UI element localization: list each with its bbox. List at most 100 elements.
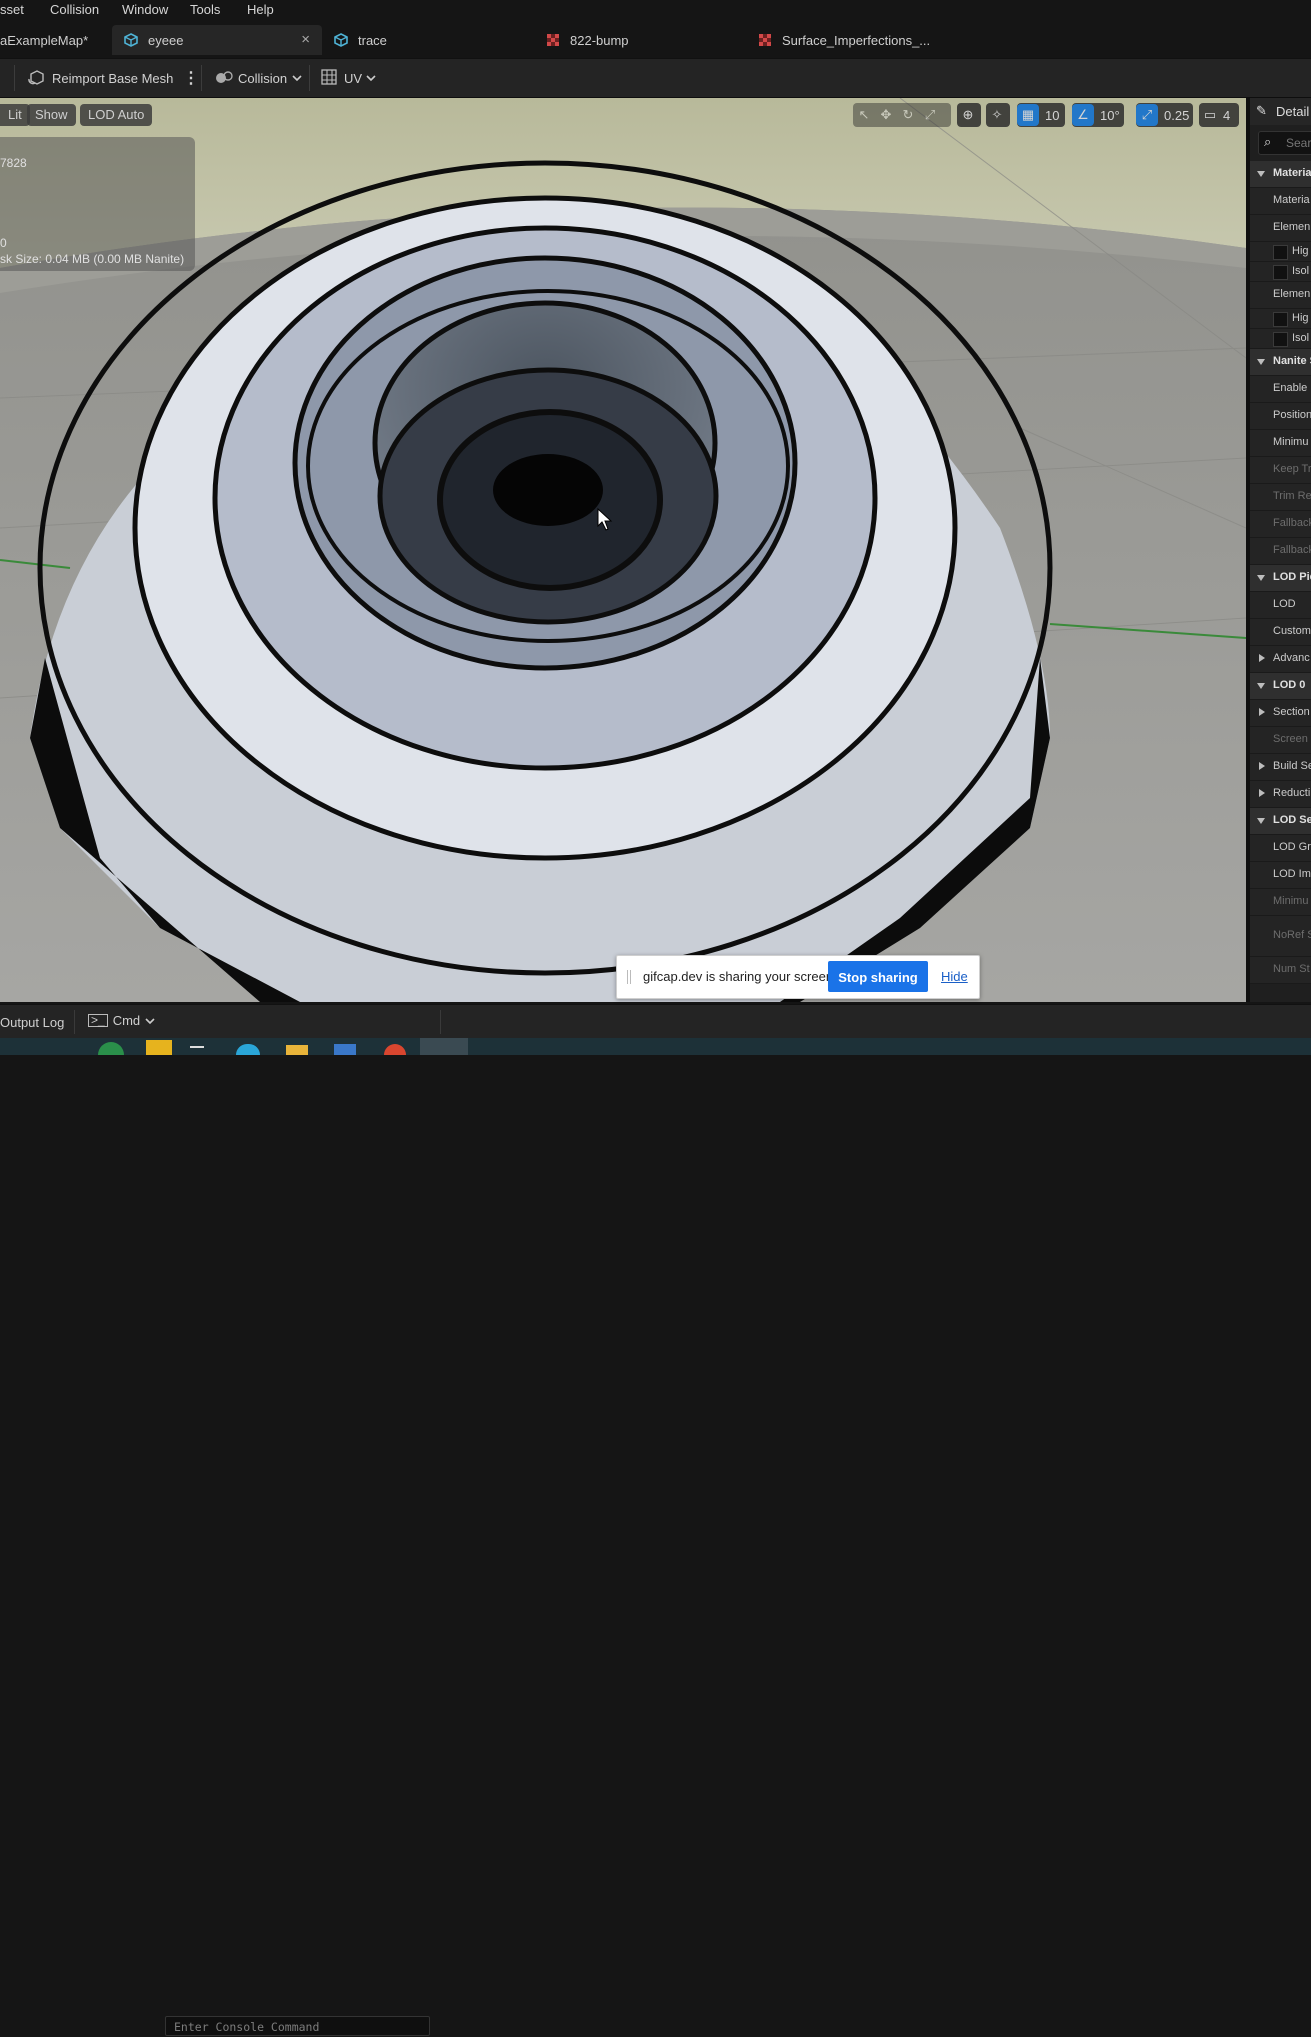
menu-collision[interactable]: Collision [50, 2, 99, 17]
expand-arrow-icon[interactable] [1257, 575, 1265, 581]
collision-dropdown[interactable]: Collision [214, 67, 303, 89]
details-row[interactable]: Isol [1250, 329, 1311, 349]
rotate-icon[interactable]: ↻ [897, 104, 919, 126]
details-row[interactable]: NoRef S [1250, 916, 1311, 957]
tab-822-bump[interactable]: 822-bump [546, 25, 736, 55]
details-row[interactable]: Elemen [1250, 282, 1311, 309]
details-category[interactable]: LOD 0 [1250, 673, 1311, 700]
weather-icon[interactable] [98, 1042, 124, 1055]
details-row-label: Nanite S [1273, 355, 1311, 367]
details-row-label: Isol [1292, 332, 1310, 344]
details-row-label: Advanc [1273, 652, 1310, 664]
details-row[interactable]: Materia [1250, 188, 1311, 215]
move-icon[interactable]: ✥ [875, 104, 897, 126]
checkbox[interactable] [1273, 332, 1288, 347]
console-command-input[interactable]: Enter Console Command [165, 2016, 430, 2036]
details-row[interactable]: Elemen [1250, 215, 1311, 242]
details-row[interactable]: Screen [1250, 727, 1311, 754]
explorer-icon[interactable] [286, 1045, 308, 1055]
details-row-label: Custom [1273, 625, 1311, 637]
scale-snap-control[interactable]: ⤢ 0.25 [1136, 103, 1193, 127]
collapse-arrow-icon[interactable] [1259, 762, 1265, 770]
rotation-snap-control[interactable]: ∠ 10° [1072, 103, 1124, 127]
details-category[interactable]: LOD Set [1250, 808, 1311, 835]
details-row[interactable]: Minimu [1250, 430, 1311, 457]
menu-asset[interactable]: sset [0, 2, 24, 17]
menu-window[interactable]: Window [122, 2, 168, 17]
scale-icon[interactable]: ⤢ [919, 104, 941, 126]
checkbox[interactable] [1273, 312, 1288, 327]
checkbox[interactable] [1273, 245, 1288, 260]
show-button[interactable]: Show [27, 104, 76, 126]
camera-speed-control[interactable]: ▭ 4 [1199, 103, 1239, 127]
expand-arrow-icon[interactable] [1257, 171, 1265, 177]
collapse-arrow-icon[interactable] [1259, 654, 1265, 662]
folder-icon[interactable] [146, 1040, 172, 1055]
texture-icon [547, 34, 559, 46]
share-message: gifcap.dev is sharing your screen. [643, 969, 837, 984]
details-row[interactable]: Hig [1250, 242, 1311, 262]
expand-arrow-icon[interactable] [1257, 683, 1265, 689]
details-row[interactable]: Custom [1250, 619, 1311, 646]
collapse-arrow-icon[interactable] [1259, 708, 1265, 716]
details-row[interactable]: Reducti [1250, 781, 1311, 808]
details-row-label: LOD Set [1273, 814, 1311, 826]
checkbox[interactable] [1273, 265, 1288, 280]
details-row[interactable]: LOD [1250, 592, 1311, 619]
store-icon[interactable] [334, 1044, 356, 1055]
chevron-down-icon [366, 75, 376, 82]
unreal-engine-icon[interactable] [420, 1038, 468, 1055]
details-row[interactable]: Hig [1250, 309, 1311, 329]
lit-mode-button[interactable]: Lit [0, 104, 30, 126]
select-icon[interactable]: ↖ [853, 104, 875, 126]
tab-surface-imperfections[interactable]: Surface_Imperfections_... [758, 25, 948, 55]
surface-snap-toggle[interactable]: ✧ [986, 103, 1010, 127]
details-row[interactable]: Advanc [1250, 646, 1311, 673]
details-row[interactable]: Position [1250, 403, 1311, 430]
details-category[interactable]: LOD Pic [1250, 565, 1311, 592]
reimport-base-mesh-button[interactable]: Reimport Base Mesh [28, 67, 173, 89]
panel-splitter[interactable] [1246, 98, 1250, 1002]
details-row[interactable]: Fallback [1250, 538, 1311, 565]
hide-link[interactable]: Hide [941, 969, 968, 984]
details-row[interactable]: LOD Im [1250, 862, 1311, 889]
cmd-dropdown[interactable]: >_ Cmd [88, 1013, 156, 1028]
toolbar-more-icon[interactable]: ⋮ [183, 67, 199, 89]
task-view-icon[interactable] [190, 1046, 204, 1057]
uv-dropdown[interactable]: UV [320, 67, 377, 89]
details-search-input[interactable]: ⌕ Sear [1258, 131, 1311, 155]
details-row[interactable]: Build Se [1250, 754, 1311, 781]
collapse-arrow-icon[interactable] [1259, 789, 1265, 797]
stop-sharing-button[interactable]: Stop sharing [828, 961, 928, 992]
details-row[interactable]: Trim Re [1250, 484, 1311, 511]
details-row[interactable]: Enable I [1250, 376, 1311, 403]
tab-eyeee[interactable]: eyeee × [112, 25, 322, 55]
details-row[interactable]: Keep Tr [1250, 457, 1311, 484]
tab-label: trace [358, 32, 387, 48]
details-category[interactable]: Nanite S [1250, 349, 1311, 376]
details-row[interactable]: Num St [1250, 957, 1311, 984]
details-row[interactable]: Minimu [1250, 889, 1311, 916]
lod-auto-button[interactable]: LOD Auto [80, 104, 153, 126]
drag-handle-icon[interactable] [627, 970, 631, 984]
details-row[interactable]: LOD Gro [1250, 835, 1311, 862]
menu-help[interactable]: Help [247, 2, 274, 17]
tab-close-icon[interactable]: × [301, 31, 310, 48]
tab-trace[interactable]: trace [334, 25, 524, 55]
details-category[interactable]: Materia [1250, 161, 1311, 188]
grid-snap-control[interactable]: ▦ 10 [1017, 103, 1065, 127]
tab-examplemap[interactable]: aExampleMap* [0, 25, 110, 55]
texture-icon [759, 34, 771, 46]
edge-icon[interactable] [236, 1044, 260, 1055]
details-row-label: Hig [1292, 312, 1309, 324]
output-log-button[interactable]: Output Log [0, 1015, 64, 1030]
expand-arrow-icon[interactable] [1257, 359, 1265, 365]
details-row[interactable]: Section [1250, 700, 1311, 727]
details-row[interactable]: Fallback [1250, 511, 1311, 538]
expand-arrow-icon[interactable] [1257, 818, 1265, 824]
surface-snap-icon: ✧ [991, 107, 1003, 122]
chrome-icon[interactable] [384, 1044, 406, 1055]
menu-tools[interactable]: Tools [190, 2, 220, 17]
world-local-toggle[interactable]: ⊕ [957, 103, 981, 127]
details-row[interactable]: Isol [1250, 262, 1311, 282]
